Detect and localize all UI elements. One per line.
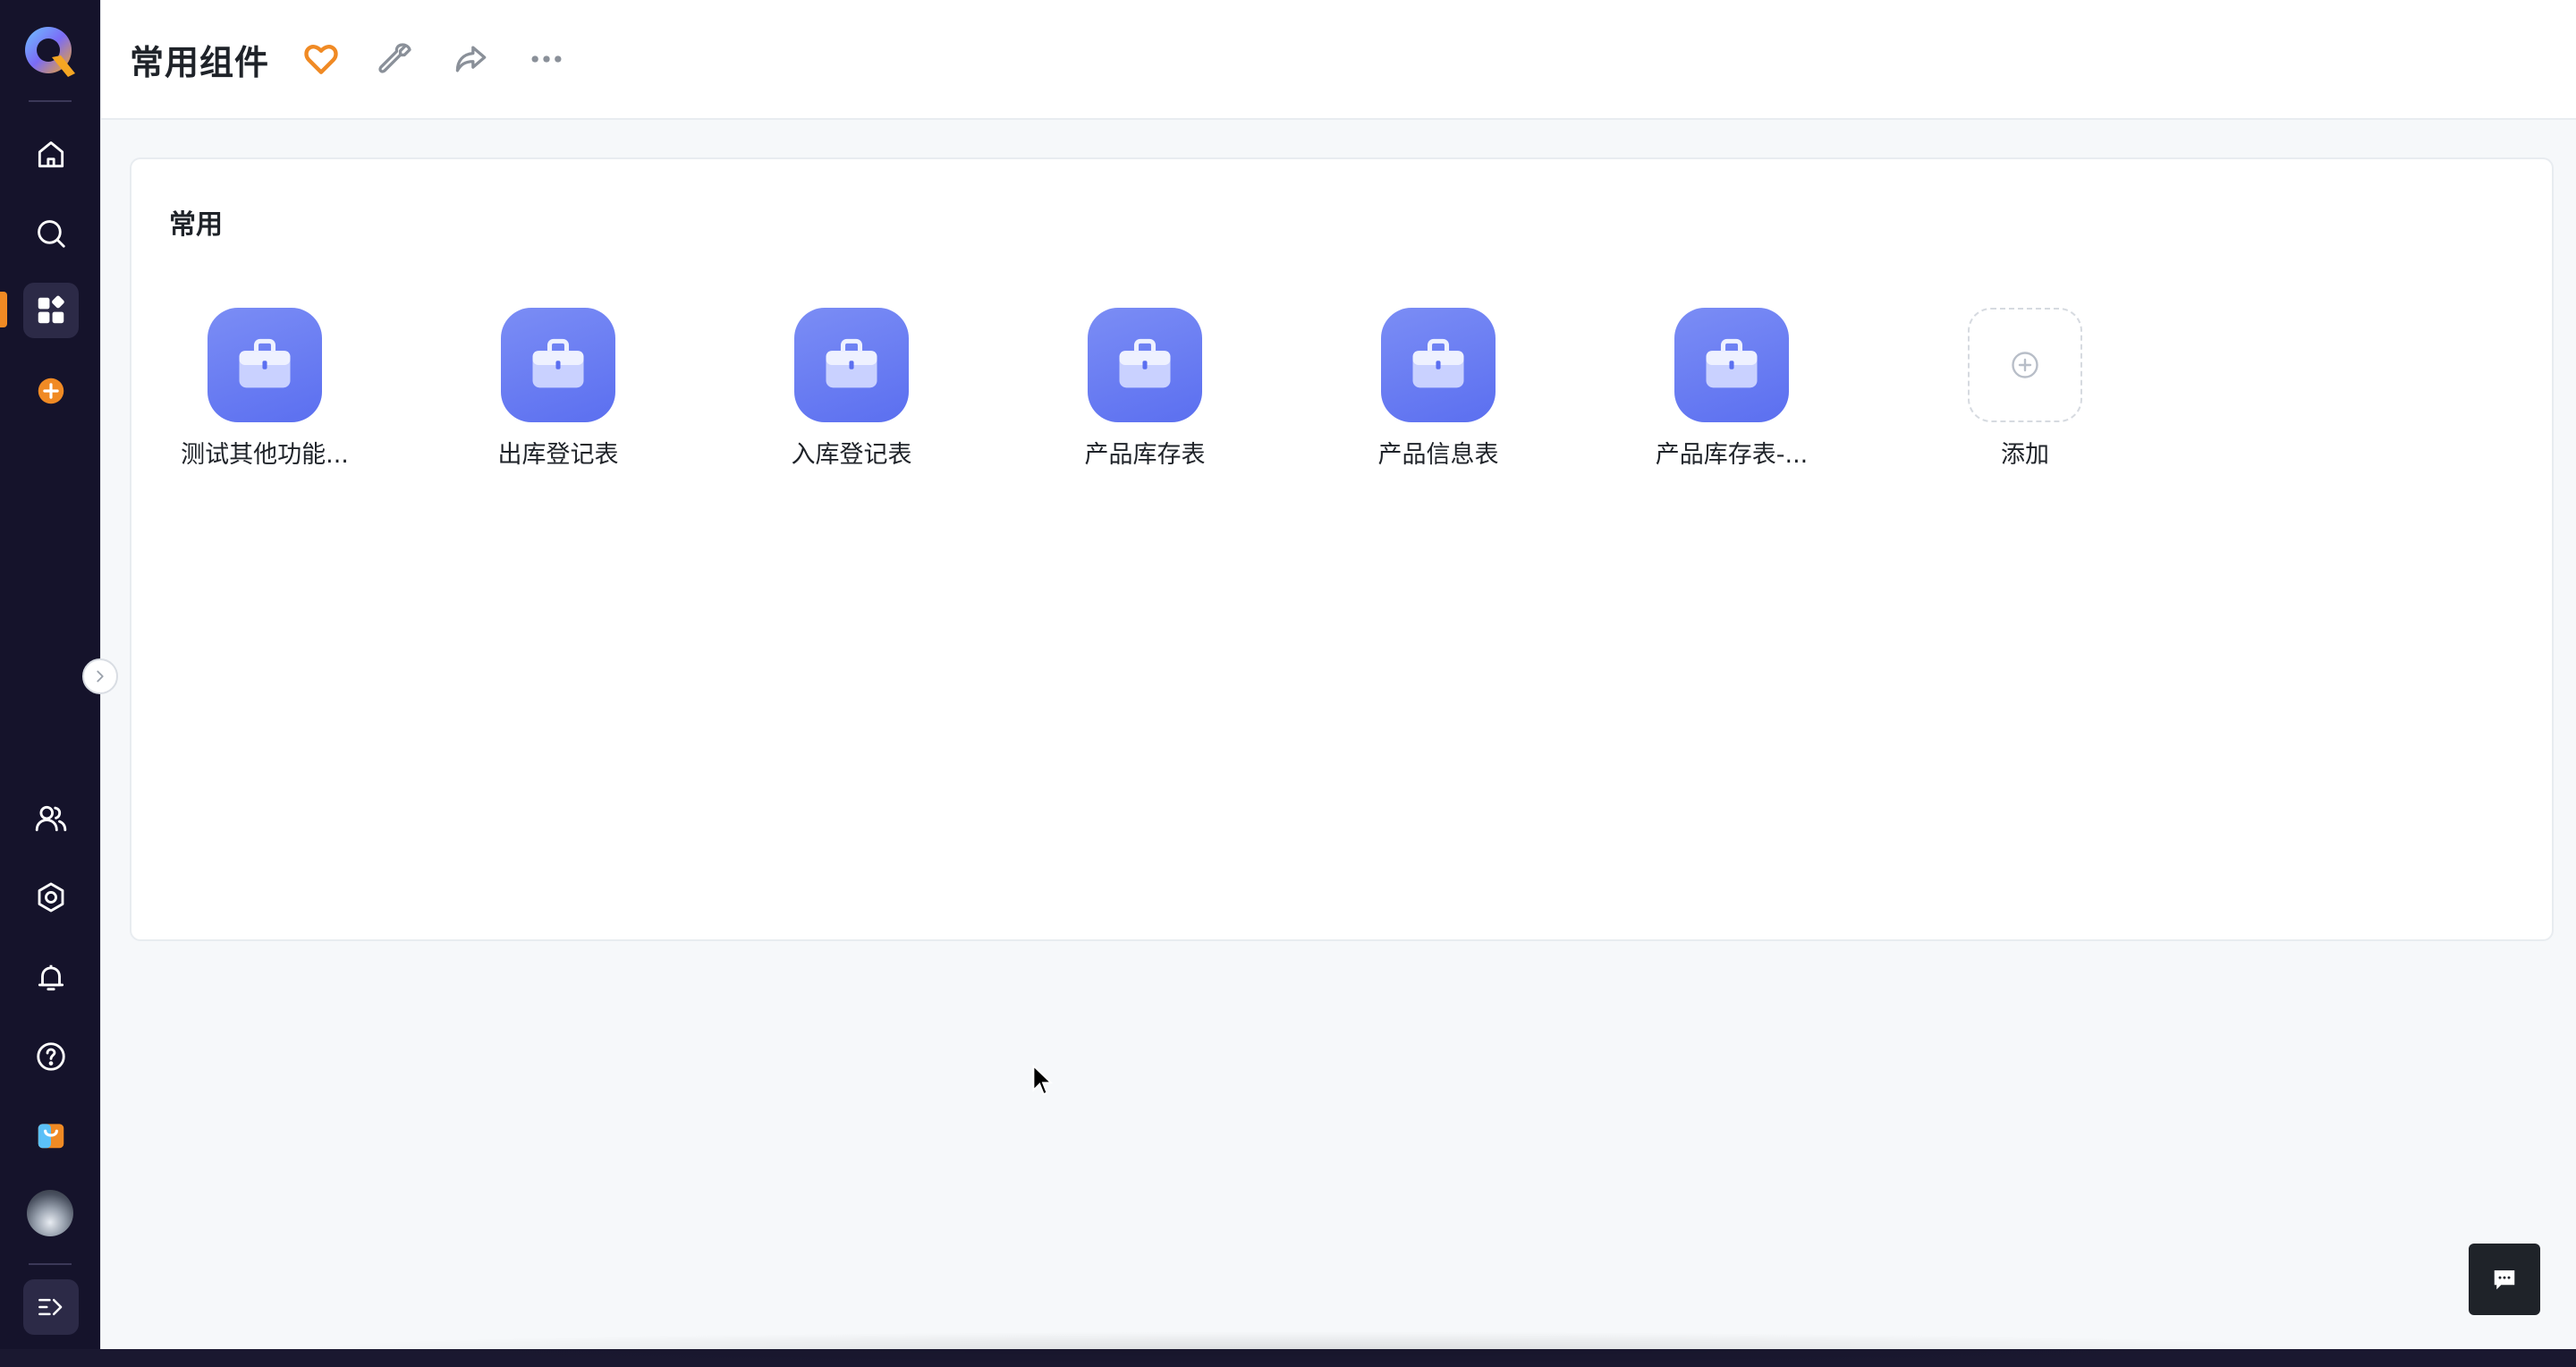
add-label: 添加 bbox=[2001, 441, 2049, 469]
briefcase-icon bbox=[501, 308, 615, 422]
more-button[interactable] bbox=[527, 39, 566, 79]
briefcase-icon bbox=[1088, 308, 1202, 422]
sidebar-item-search[interactable] bbox=[23, 206, 79, 261]
sidebar-item-users[interactable] bbox=[23, 791, 79, 846]
app-item[interactable]: 出库登记表 bbox=[455, 308, 661, 470]
chevron-right-icon bbox=[97, 670, 104, 683]
dashboard-icon bbox=[38, 295, 64, 324]
app-item[interactable]: 产品库存表-... bbox=[1629, 308, 1835, 470]
briefcase-icon bbox=[208, 308, 322, 422]
app-store-icon bbox=[38, 1124, 64, 1149]
home-icon bbox=[38, 141, 64, 168]
share-icon bbox=[455, 46, 487, 72]
add-circle-icon bbox=[38, 378, 64, 404]
section-title: 常用 bbox=[169, 209, 223, 241]
wrench-icon bbox=[378, 43, 411, 73]
add-placeholder bbox=[1968, 308, 2082, 422]
add-app-button[interactable]: 添加 bbox=[1922, 308, 2128, 470]
sidebar-item-notifications[interactable] bbox=[23, 950, 79, 1006]
more-icon bbox=[531, 55, 562, 63]
help-icon bbox=[37, 1042, 65, 1071]
app-label: 产品信息表 bbox=[1377, 441, 1499, 469]
sidebar-item-add[interactable] bbox=[23, 363, 79, 419]
share-button[interactable] bbox=[452, 39, 491, 79]
chat-button[interactable] bbox=[2469, 1244, 2540, 1315]
page-title: 常用组件 bbox=[130, 42, 270, 82]
app-label: 出库登记表 bbox=[497, 441, 619, 469]
sidebar-item-settings[interactable] bbox=[23, 870, 79, 925]
search-icon bbox=[38, 220, 65, 248]
logo-icon[interactable] bbox=[23, 23, 77, 81]
app-item[interactable]: 测试其他功能... bbox=[162, 308, 368, 470]
briefcase-icon bbox=[794, 308, 909, 422]
app-item[interactable]: 产品信息表 bbox=[1335, 308, 1541, 470]
sidebar-item-app-store[interactable] bbox=[23, 1108, 79, 1163]
app-label: 产品库存表 bbox=[1084, 441, 1206, 469]
settings-wrench-button[interactable] bbox=[377, 39, 416, 79]
app-item[interactable]: 入库登记表 bbox=[749, 308, 954, 470]
expand-icon bbox=[38, 1298, 63, 1316]
app-label: 产品库存表-... bbox=[1655, 441, 1809, 469]
users-icon bbox=[35, 805, 67, 832]
sidebar-item-dashboard[interactable] bbox=[23, 283, 79, 338]
sidebar-expand-button[interactable] bbox=[23, 1279, 79, 1335]
mouse-cursor-icon bbox=[1032, 1065, 1054, 1096]
bottom-divider bbox=[29, 1263, 72, 1265]
bottom-shadow bbox=[280, 1331, 2337, 1367]
briefcase-icon bbox=[1674, 308, 1789, 422]
sidebar-collapse-handle[interactable] bbox=[82, 658, 118, 694]
avatar[interactable] bbox=[27, 1190, 73, 1236]
heart-icon bbox=[304, 45, 338, 74]
briefcase-icon bbox=[1381, 308, 1496, 422]
app-item[interactable]: 产品库存表 bbox=[1042, 308, 1248, 470]
app-label: 入库登记表 bbox=[791, 441, 912, 469]
settings-icon bbox=[38, 882, 64, 913]
app-label: 测试其他功能... bbox=[181, 441, 349, 469]
bell-icon bbox=[38, 964, 64, 991]
active-marker bbox=[0, 292, 7, 327]
sidebar-item-help[interactable] bbox=[23, 1029, 79, 1084]
chat-icon bbox=[2494, 1270, 2515, 1290]
favorite-button[interactable] bbox=[301, 39, 341, 79]
main-content: 常用组件 常用 测试其他功能... 出库登记表 入库登记表 产品库存表 产品信息… bbox=[100, 0, 2576, 1367]
common-components-card: 常用 测试其他功能... 出库登记表 入库登记表 产品库存表 产品信息表 产品库… bbox=[130, 157, 2554, 941]
logo-divider bbox=[29, 100, 72, 102]
sidebar-item-home[interactable] bbox=[23, 127, 79, 183]
top-bar: 常用组件 bbox=[101, 0, 2576, 120]
plus-circle-icon bbox=[2012, 352, 2038, 378]
